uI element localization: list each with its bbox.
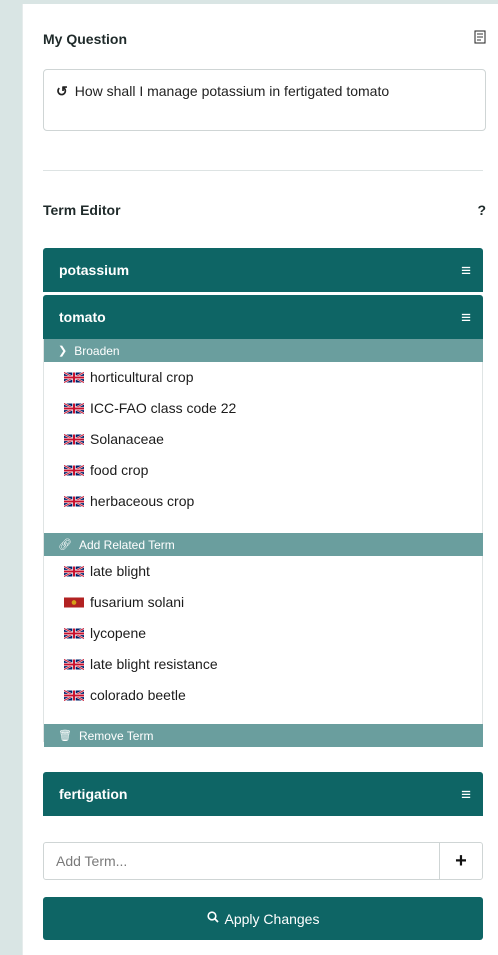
uk-flag-icon bbox=[64, 402, 84, 414]
related-term-label: colorado beetle bbox=[90, 687, 186, 703]
uk-flag-icon bbox=[64, 565, 84, 577]
broader-term-item[interactable]: ICC-FAO class code 22 bbox=[64, 396, 236, 420]
question-box[interactable]: ↺ How shall I manage potassium in fertiga… bbox=[43, 69, 486, 131]
term-tomato[interactable]: tomato ≡ bbox=[43, 295, 483, 339]
broaden-label: Broaden bbox=[74, 343, 120, 358]
remove-term-button[interactable]: 🗑︎ Remove Term bbox=[44, 724, 483, 747]
broaden-header[interactable]: ❯ Broaden bbox=[44, 339, 483, 362]
term-label: tomato bbox=[59, 309, 106, 325]
related-term-label: late blight bbox=[90, 563, 150, 579]
broader-term-label: Solanaceae bbox=[90, 431, 164, 447]
term-tomato-details: ❯ Broaden horticultural crop ICC-FAO cla… bbox=[43, 339, 483, 747]
related-term-item[interactable]: fusarium solani bbox=[64, 590, 184, 614]
related-term-label: fusarium solani bbox=[90, 594, 185, 610]
help-icon[interactable]: ? bbox=[477, 202, 486, 218]
uk-flag-icon bbox=[64, 371, 84, 383]
add-related-header[interactable]: 🔗︎ Add Related Term bbox=[44, 533, 483, 556]
term-label: potassium bbox=[59, 262, 130, 278]
related-term-item[interactable]: late blight resistance bbox=[64, 652, 218, 676]
broader-term-item[interactable]: food crop bbox=[64, 458, 148, 482]
my-question-header: My Question bbox=[43, 30, 486, 47]
term-editor-title: Term Editor bbox=[43, 202, 121, 218]
term-label: fertigation bbox=[59, 786, 128, 802]
uk-flag-icon bbox=[64, 464, 84, 476]
latin-flag-icon bbox=[64, 597, 84, 607]
apply-changes-button[interactable]: Apply Changes bbox=[43, 897, 483, 940]
uk-flag-icon bbox=[64, 689, 84, 701]
broader-term-item[interactable]: herbaceous crop bbox=[64, 489, 194, 513]
hamburger-icon[interactable]: ≡ bbox=[461, 309, 471, 326]
broader-term-label: horticultural crop bbox=[90, 369, 194, 385]
chevron-right-icon: ❯ bbox=[58, 345, 68, 357]
broader-term-item[interactable]: horticultural crop bbox=[64, 365, 194, 389]
term-fertigation[interactable]: fertigation ≡ bbox=[43, 772, 483, 816]
side-panel: My Question ↺ How shall I manage potassiu… bbox=[22, 4, 498, 955]
my-question-title: My Question bbox=[43, 30, 128, 47]
broader-term-label: ICC-FAO class code 22 bbox=[90, 400, 237, 416]
uk-flag-icon bbox=[64, 433, 84, 445]
remove-term-label: Remove Term bbox=[78, 728, 154, 743]
add-term-input[interactable] bbox=[44, 842, 439, 880]
uk-flag-icon bbox=[64, 658, 84, 670]
related-term-item[interactable]: lycopene bbox=[64, 621, 146, 645]
link-icon: 🔗︎ bbox=[58, 539, 72, 551]
related-term-item[interactable]: late blight bbox=[64, 559, 150, 583]
document-icon[interactable] bbox=[474, 30, 486, 47]
term-potassium[interactable]: potassium ≡ bbox=[43, 248, 483, 292]
question-text: How shall I manage potassium in fertigat… bbox=[74, 83, 390, 99]
broader-term-label: food crop bbox=[90, 462, 149, 478]
term-editor-header: Term Editor ? bbox=[43, 202, 486, 218]
hamburger-icon[interactable]: ≡ bbox=[461, 786, 471, 803]
related-term-item[interactable]: colorado beetle bbox=[64, 683, 186, 707]
history-icon: ↺ bbox=[56, 83, 68, 99]
apply-label: Apply Changes bbox=[224, 910, 320, 927]
related-term-label: late blight resistance bbox=[90, 656, 218, 672]
add-term-button[interactable]: + bbox=[439, 843, 482, 879]
broader-term-item[interactable]: Solanaceae bbox=[64, 427, 164, 451]
broader-term-label: herbaceous crop bbox=[90, 493, 195, 509]
add-term-group: + bbox=[43, 842, 483, 880]
section-divider bbox=[43, 170, 483, 171]
uk-flag-icon bbox=[64, 495, 84, 507]
add-related-label: Add Related Term bbox=[78, 537, 175, 552]
trash-icon: 🗑︎ bbox=[58, 730, 72, 742]
related-term-label: lycopene bbox=[90, 625, 147, 641]
search-icon bbox=[206, 911, 219, 926]
hamburger-icon[interactable]: ≡ bbox=[461, 262, 471, 279]
uk-flag-icon bbox=[64, 627, 84, 639]
